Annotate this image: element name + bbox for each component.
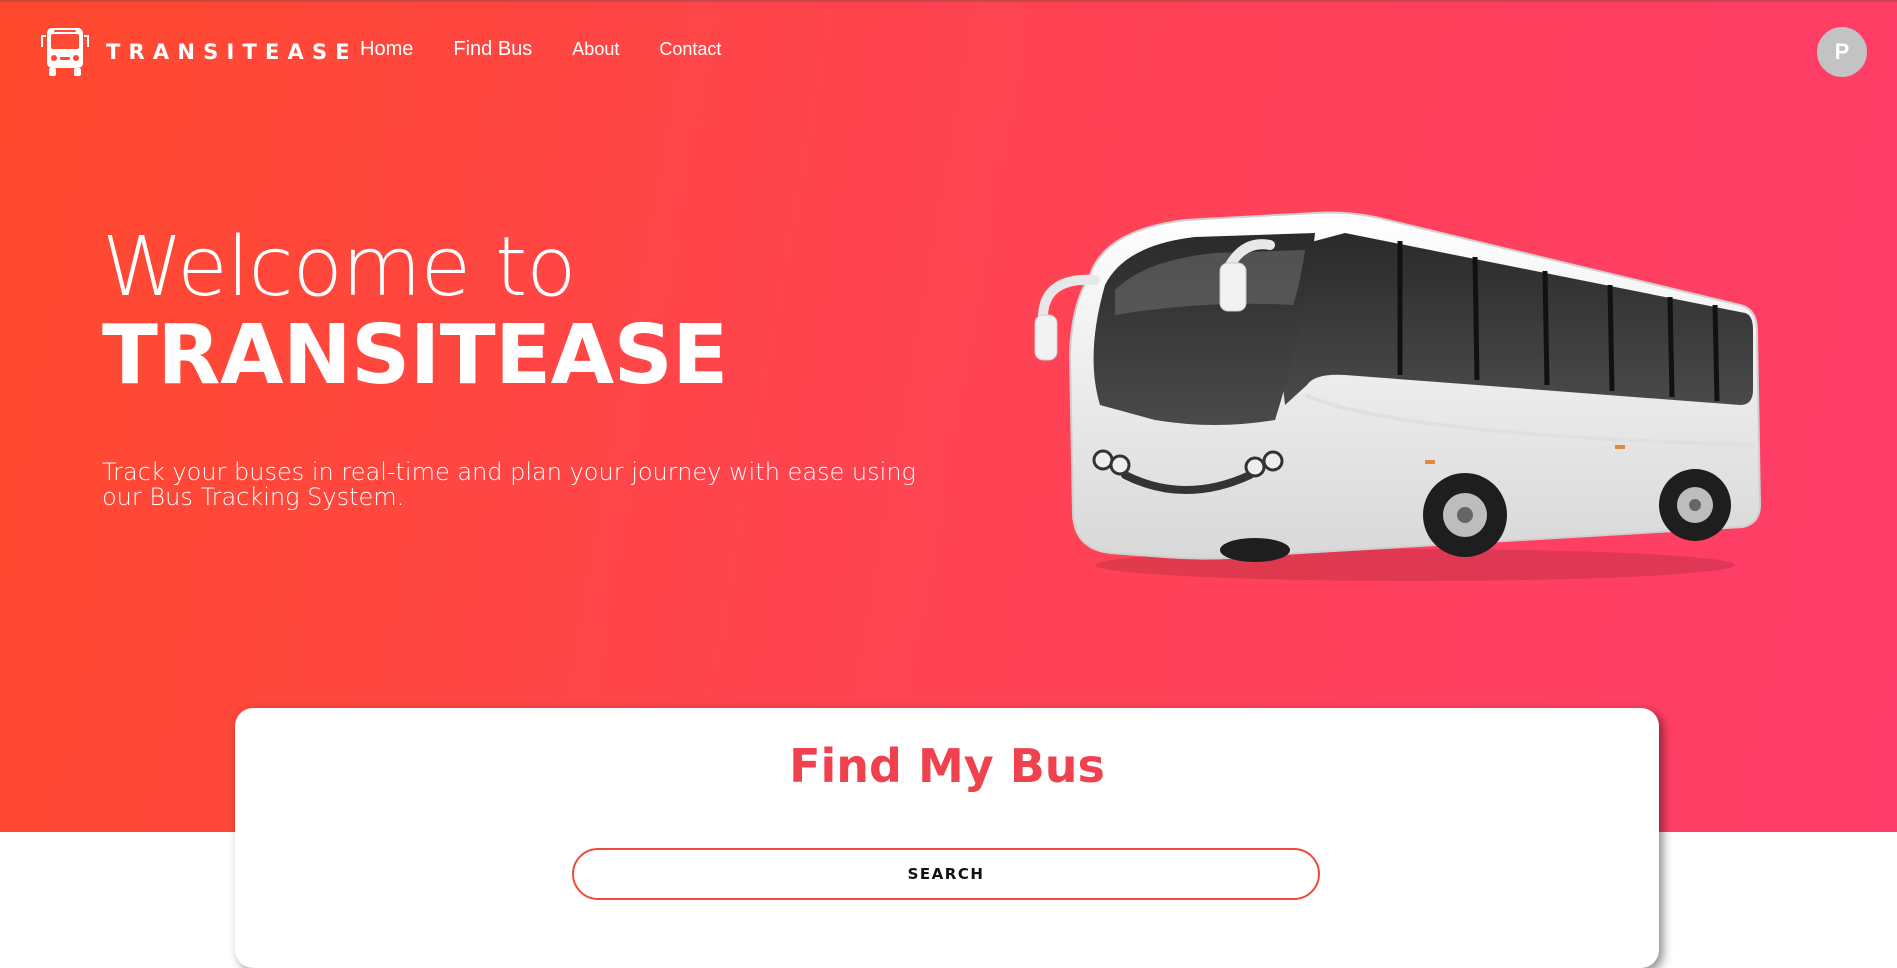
find-bus-card: Find My Bus SEARCH: [235, 708, 1659, 968]
hero-welcome: Welcome to: [102, 220, 576, 315]
hero-title: TRANSITEASE: [102, 308, 728, 403]
nav-links: Home Find Bus About Contact: [360, 38, 761, 61]
nav-find-bus[interactable]: Find Bus: [453, 38, 532, 61]
bus-icon: [41, 28, 89, 76]
navbar: TRANSITEASE Home Find Bus About Contact …: [0, 0, 1897, 104]
nav-about[interactable]: About: [572, 39, 619, 60]
avatar[interactable]: P: [1817, 27, 1867, 77]
nav-home[interactable]: Home: [360, 38, 413, 61]
hero-tagline: Track your buses in real-time and plan y…: [102, 458, 916, 511]
nav-contact[interactable]: Contact: [659, 39, 721, 60]
search-button[interactable]: SEARCH: [572, 848, 1320, 900]
brand-name: TRANSITEASE: [106, 40, 358, 64]
brand[interactable]: TRANSITEASE: [38, 26, 358, 78]
bus-illustration: [1034, 211, 1762, 581]
card-title: Find My Bus: [789, 739, 1105, 793]
